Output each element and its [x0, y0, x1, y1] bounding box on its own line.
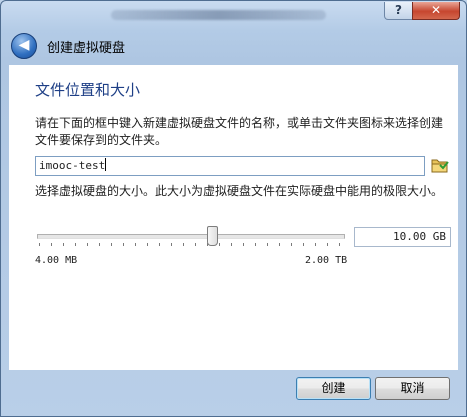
slider-tick: [291, 243, 292, 246]
page-title: 文件位置和大小: [35, 81, 141, 99]
slider-thumb[interactable]: [207, 226, 218, 246]
slider-tick: [279, 243, 280, 246]
file-name-input[interactable]: imooc-test: [35, 156, 425, 176]
slider-tick: [183, 243, 184, 246]
slider-track: [37, 234, 345, 239]
slider-tick: [87, 243, 88, 246]
slider-tick: [255, 243, 256, 246]
dialog-window: ? ✕ ◀ 创建虚拟硬盘 文件位置和大小 请在下面的框中键入新建虚拟硬盘文件的名…: [0, 0, 467, 417]
size-input[interactable]: 10.00 GB: [354, 227, 451, 247]
slider-tick: [51, 243, 52, 246]
wizard-page: 文件位置和大小 请在下面的框中键入新建虚拟硬盘文件的名称，或单击文件夹图标来选择…: [9, 65, 458, 370]
slider-tick: [63, 243, 64, 246]
create-button[interactable]: 创建: [296, 377, 371, 400]
slider-tick: [315, 243, 316, 246]
close-button[interactable]: ✕: [412, 2, 460, 20]
back-arrow-icon[interactable]: ◀: [11, 33, 37, 59]
title-bar[interactable]: ? ✕: [1, 1, 466, 23]
page-description: 请在下面的框中键入新建虚拟硬盘文件的名称，或单击文件夹图标来选择创建文件要保存到…: [35, 116, 444, 147]
slider-tick: [195, 243, 196, 246]
slider-tick: [327, 243, 328, 246]
slider-tick: [75, 243, 76, 246]
folder-icon[interactable]: [431, 156, 449, 174]
slider-tick: [219, 243, 220, 246]
text-caret: [105, 158, 107, 171]
slider-tick: [123, 243, 124, 246]
slider-tick: [135, 243, 136, 246]
slider-max-label: 2.00 TB: [305, 255, 348, 266]
wizard-header: ◀ 创建虚拟硬盘: [9, 29, 449, 65]
slider-tick: [267, 243, 268, 246]
slider-tick: [339, 243, 340, 246]
slider-tick: [231, 243, 232, 246]
slider-tick: [147, 243, 148, 246]
slider-tick: [243, 243, 244, 246]
cancel-button[interactable]: 取消: [375, 377, 450, 400]
slider-tick: [39, 243, 40, 246]
slider-tick: [159, 243, 160, 246]
help-button[interactable]: ?: [384, 2, 413, 20]
slider-tick: [111, 243, 112, 246]
blurred-window-title: [111, 10, 326, 20]
slider-tick: [171, 243, 172, 246]
wizard-title: 创建虚拟硬盘: [47, 41, 126, 56]
size-slider[interactable]: [35, 225, 345, 249]
size-description: 选择虚拟硬盘的大小。此大小为虚拟硬盘文件在实际硬盘中能用的极限大小。: [35, 184, 444, 198]
file-name-value: imooc-test: [39, 159, 106, 172]
slider-min-label: 4.00 MB: [35, 255, 78, 266]
slider-tick: [303, 243, 304, 246]
slider-tick: [99, 243, 100, 246]
